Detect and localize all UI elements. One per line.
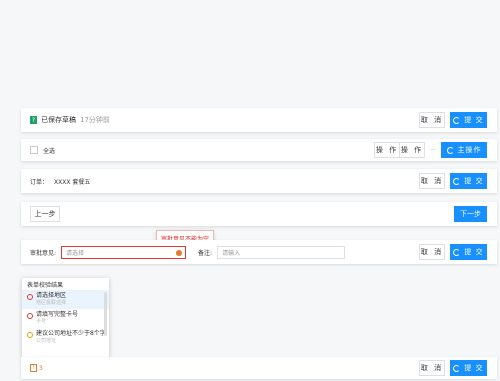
validation-item-title: 请选择地区 (36, 292, 67, 299)
error-count[interactable]: 3 (39, 365, 43, 372)
submit-button[interactable]: 提 交 (450, 112, 487, 128)
validation-item-title: 请填写完整卡号 (36, 311, 79, 318)
cancel-button[interactable]: 取 消 (419, 360, 445, 376)
toolbar-batch-actions: 全选 操 作 操 作 ··· 主操作 (21, 139, 497, 161)
draft-saved-time: 17分钟前 (80, 116, 110, 124)
validation-item-field: 地区极联选择 (36, 300, 67, 306)
validation-list: 请选择地区 地区极联选择 请填写完整卡号 卡号 建议公司地址不少于8个字 公司地… (22, 290, 109, 347)
toolbar-error-summary: ! 3 取 消 提 交 (21, 357, 497, 379)
submit-label: 提 交 (464, 116, 484, 124)
cancel-button[interactable]: 取 消 (419, 244, 445, 260)
loading-spinner-icon (446, 146, 454, 154)
action-button-1[interactable]: 操 作 (374, 142, 400, 158)
cancel-button[interactable]: 取 消 (419, 173, 445, 189)
submit-label: 提 交 (464, 177, 484, 185)
remark-input[interactable]: 请输入 (217, 245, 346, 259)
submit-button[interactable]: 提 交 (450, 244, 487, 260)
loading-spinner-icon (453, 248, 461, 256)
previous-step-button[interactable]: 上一步 (30, 206, 60, 222)
loading-spinner-icon (453, 116, 461, 124)
order-label: 订单： (30, 178, 49, 186)
next-step-button[interactable]: 下一步 (454, 206, 487, 222)
validation-results-panel: 表单校验结果 请选择地区 地区极联选择 请填写完整卡号 卡号 建议公司地址不少于… (22, 278, 109, 358)
action-button-2[interactable]: 操 作 (399, 142, 425, 158)
validation-scrollbar[interactable] (104, 292, 107, 336)
draft-status-text: 已保存草稿 (41, 116, 76, 124)
validation-item-title: 建议公司地址不少于8个字 (36, 330, 106, 337)
loading-spinner-icon (453, 177, 461, 185)
submit-label: 提 交 (464, 248, 484, 256)
warning-circle-icon (27, 332, 33, 338)
more-actions-button[interactable]: ··· (425, 147, 441, 154)
remark-input-placeholder: 请输入 (222, 249, 241, 257)
validation-panel-title: 表单校验结果 (27, 281, 64, 289)
draft-saved-icon: ? (30, 116, 37, 124)
toolbar-draft-saved: ? 已保存草稿 17分钟前 取 消 提 交 (21, 108, 497, 132)
toolbar-approval: 审批意见: 请选择 备注: 请输入 取 消 提 交 (21, 240, 497, 264)
approval-select[interactable]: 请选择 (61, 245, 187, 259)
error-summary-icon[interactable]: ! (30, 364, 37, 372)
select-all-checkbox[interactable] (30, 146, 38, 154)
toolbar-order: 订单： XXXX 套餐五 取 消 提 交 (21, 169, 497, 193)
submit-button[interactable]: 提 交 (450, 360, 487, 376)
order-value: XXXX 套餐五 (54, 178, 91, 186)
validation-item[interactable]: 请选择地区 地区极联选择 (22, 290, 109, 309)
approval-select-placeholder: 请选择 (66, 249, 85, 257)
error-icon (176, 249, 183, 256)
main-action-button[interactable]: 主操作 (441, 142, 487, 158)
validation-item-field: 卡号 (36, 319, 47, 325)
toolbar-steps: 上一步 下一步 (21, 202, 497, 226)
submit-button[interactable]: 提 交 (450, 173, 487, 189)
loading-spinner-icon (453, 364, 461, 372)
validation-item[interactable]: 建议公司地址不少于8个字 公司地址 (22, 328, 109, 347)
validation-item-field: 公司地址 (36, 338, 57, 344)
error-circle-icon (27, 313, 33, 319)
main-action-label: 主操作 (457, 146, 482, 154)
cancel-button[interactable]: 取 消 (419, 112, 445, 128)
select-all-label: 全选 (43, 147, 56, 155)
approval-label: 审批意见: (30, 249, 57, 257)
validation-item[interactable]: 请填写完整卡号 卡号 (22, 309, 109, 328)
remark-label: 备注: (198, 249, 213, 257)
submit-label: 提 交 (464, 364, 484, 372)
error-circle-icon (27, 294, 33, 300)
